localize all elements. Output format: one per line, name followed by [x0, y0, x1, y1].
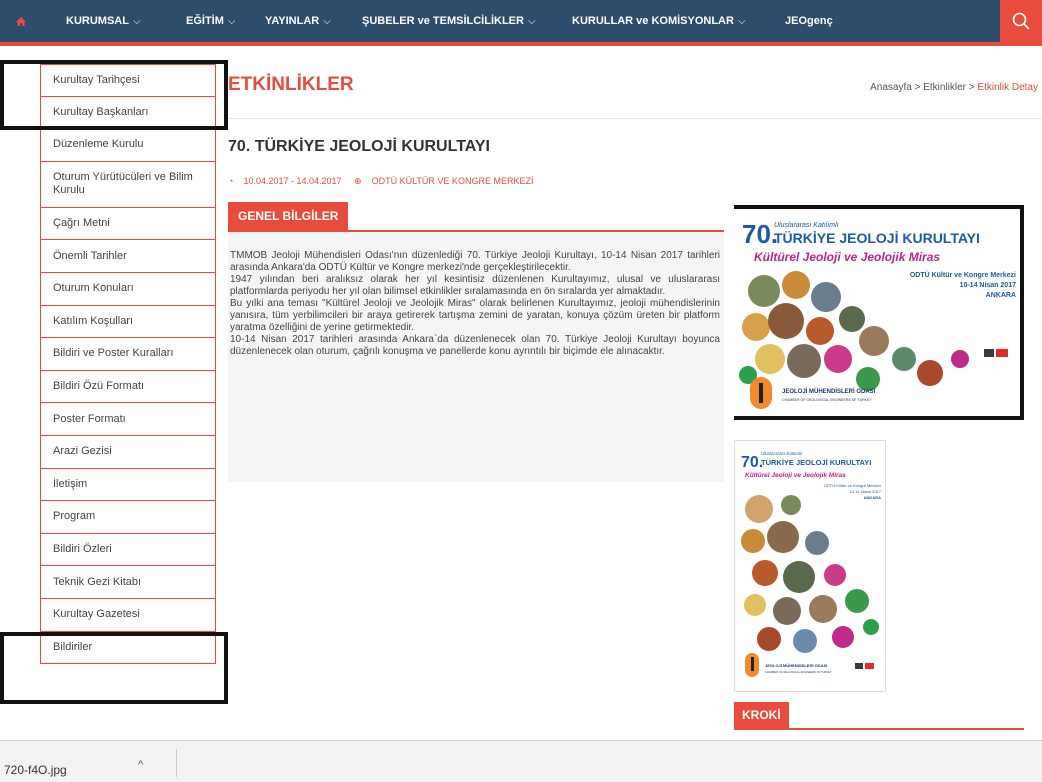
poster-theme: Kültürel Jeoloji ve Jeolojik Miras: [754, 250, 940, 264]
sidebar-item-duzenleme-kurulu[interactable]: Düzenleme Kurulu: [40, 129, 216, 162]
poster-org-en: CHAMBER OF GEOLOGICAL ENGINEERS OF TURKE…: [782, 398, 872, 402]
sidebar-item-bildiri-poster-kurallari[interactable]: Bildiri ve Poster Kuralları: [40, 338, 216, 371]
poster-org: JEOLOJİ MÜHENDİSLERİ ODASI: [782, 388, 876, 395]
nav-item-kurullar[interactable]: KURULLAR ve KOMİSYONLAR ⌵: [572, 0, 746, 42]
chevron-down-icon: ⌵: [132, 15, 141, 27]
sidebar-item-cagri-metni[interactable]: Çağrı Metni: [40, 207, 216, 241]
divider: [176, 749, 177, 777]
poster-dates: 10-14 Nisan 2017: [960, 282, 1017, 289]
highlight-box-bottom: [0, 632, 228, 704]
home-icon[interactable]: [0, 0, 42, 42]
poster-number: 70.: [741, 454, 763, 471]
poster-subtitle: Uluslararası Katılımlı: [761, 451, 803, 456]
sidebar-item-program[interactable]: Program: [40, 501, 216, 534]
nav-item-yayinlar[interactable]: YAYINLAR ⌵: [265, 0, 331, 42]
event-meta: ◔ 10.04.2017 - 14.04.2017 ⊕ ODTÜ KÜLTÜR VE…: [228, 176, 543, 187]
nav-item-subeler[interactable]: ŞUBELER ve TEMSİLCİLİKLER ⌵: [362, 0, 536, 42]
poster-venue: ODTÜ Kültür ve Kongre Merkezi: [824, 483, 881, 488]
nav-item-jeogenc[interactable]: JEOgenç: [785, 0, 833, 42]
section-divider: [734, 728, 1024, 730]
poster-theme: Kültürel Jeoloji ve Jeolojik Miras: [745, 472, 846, 479]
breadcrumb-current: Etkinlik Detay: [977, 82, 1038, 93]
sidebar-item-onemli-tarihler[interactable]: Önemli Tarihler: [40, 240, 216, 273]
poster-image-landscape[interactable]: 70. Uluslararası Katılımlı TÜRKİYE JEOLO…: [734, 205, 1024, 420]
chevron-down-icon: ⌵: [527, 15, 536, 27]
chevron-down-icon: ⌵: [323, 15, 331, 27]
sidebar-item-iletisim[interactable]: İletişim: [40, 468, 216, 502]
poster-org-en: CHAMBER OF GEOLOGICAL ENGINEERS OF TURKE…: [765, 670, 832, 674]
download-bar: 720-f4O.jpg ^: [0, 740, 1042, 782]
download-filename[interactable]: 720-f4O.jpg: [4, 763, 67, 777]
poster-image-portrait[interactable]: 70. Uluslararası Katılımlı TÜRKİYE JEOLO…: [734, 440, 886, 692]
nav-underline: [0, 42, 1042, 46]
sidebar-item-bildiri-ozleri[interactable]: Bildiri Özleri: [40, 533, 216, 567]
divider: [228, 118, 1042, 119]
clock-icon: ◔: [228, 176, 234, 186]
search-icon[interactable]: [1000, 0, 1042, 42]
sidebar-menu: Kurultay Tarihçesi Kurultay Başkanları D…: [40, 64, 216, 665]
highlight-box-top: [0, 60, 228, 130]
poster-city: ANKARA: [986, 292, 1016, 299]
poster-org: JEOLOJİ MÜHENDİSLERİ ODASI: [765, 663, 827, 668]
event-dates: 10.04.2017 - 14.04.2017: [243, 176, 342, 186]
event-venue: ODTÜ KÜLTÜR VE KONGRE MERKEZİ: [371, 176, 534, 186]
chevron-down-icon: ⌵: [227, 15, 236, 27]
sidebar-item-kurultay-gazetesi[interactable]: Kurultay Gazetesi: [40, 598, 216, 632]
poster-number: 70.: [742, 219, 778, 249]
nav-item-kurumsal[interactable]: KURUMSAL ⌵: [66, 0, 141, 42]
top-navigation: KURUMSAL ⌵ EĞİTİM ⌵ YAYINLAR ⌵ ŞUBELER ve T…: [0, 0, 1042, 42]
description-paragraph: 10-14 Nisan 2017 tarihleri arasında Anka…: [230, 334, 720, 357]
chevron-down-icon: ⌵: [737, 15, 746, 27]
poster-title: TÜRKİYE JEOLOJİ KURULTAYI: [761, 458, 871, 467]
chevron-up-icon[interactable]: ^: [138, 759, 143, 771]
sidebar-item-poster-formati[interactable]: Poster Formatı: [40, 403, 216, 436]
section-tab-kroki: KROKİ: [734, 702, 789, 728]
description-paragraph: 1947 yılından beri aralıksız olarak her …: [230, 274, 720, 297]
sidebar-item-bildiri-ozu-formati[interactable]: Bildiri Özü Formatı: [40, 370, 216, 404]
location-icon: ⊕: [354, 176, 362, 186]
section-tab-genel-bilgiler: GENEL BİLGİLER: [228, 202, 349, 230]
breadcrumb-home[interactable]: Anasayfa: [870, 82, 912, 93]
poster-dates: 10-14 Nisan 2017: [849, 489, 881, 494]
sidebar-item-teknik-gezi-kitabi[interactable]: Teknik Gezi Kitabı: [40, 566, 216, 599]
description-paragraph: TMMOB Jeoloji Mühendisleri Odası'nın düz…: [230, 250, 720, 273]
breadcrumb-section[interactable]: Etkinlikler: [923, 82, 966, 93]
poster-subtitle: Uluslararası Katılımlı: [774, 222, 839, 229]
breadcrumb: Anasayfa > Etkinlikler > Etkinlik Detay: [870, 82, 1038, 93]
event-description: TMMOB Jeoloji Mühendisleri Odası'nın düz…: [230, 250, 720, 358]
poster-city: ANKARA: [864, 495, 881, 500]
poster-title: TÜRKİYE JEOLOJİ KURULTAYI: [774, 230, 980, 246]
poster-venue: ODTÜ Kültür ve Kongre Merkezi: [910, 270, 1016, 279]
sidebar-item-oturum-konulari[interactable]: Oturum Konuları: [40, 272, 216, 306]
sidebar-item-arazi-gezisi[interactable]: Arazi Gezisi: [40, 435, 216, 469]
page-title: ETKİNLİKLER: [228, 74, 354, 95]
description-paragraph: Bu yılki ana teması "Kültürel Jeoloji ve…: [230, 298, 720, 333]
event-title: 70. TÜRKİYE JEOLOJİ KURULTAYI: [228, 138, 490, 155]
sidebar-item-katilim-kosullari[interactable]: Katılım Koşulları: [40, 305, 216, 339]
nav-item-egitim[interactable]: EĞİTİM ⌵: [186, 0, 235, 42]
sidebar-item-oturum-yurutuculeri[interactable]: Oturum Yürütücüleri ve Bilim Kurulu: [40, 161, 216, 208]
